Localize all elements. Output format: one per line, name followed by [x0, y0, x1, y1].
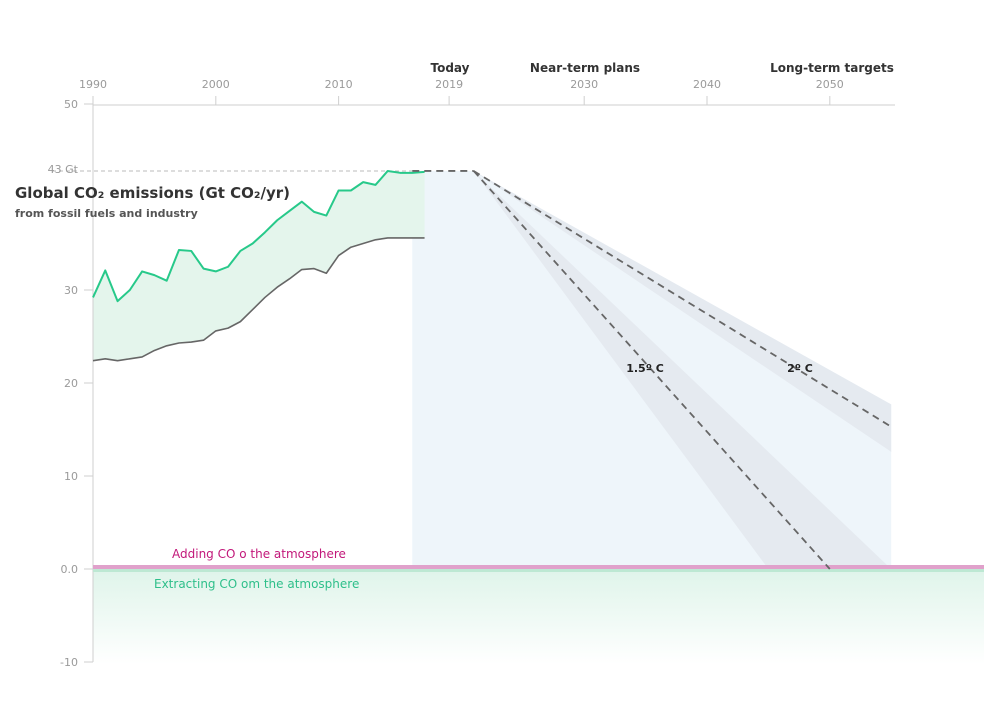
y-tick-label: 43 Gt	[48, 163, 79, 176]
era-label-long-term: Long-term targets	[770, 61, 894, 75]
y-tick-label: 10	[64, 470, 78, 483]
x-tick-label: 1990	[79, 78, 107, 91]
y-tick-label: 20	[64, 377, 78, 390]
chart-title: Global CO₂ emissions (Gt CO₂/yr)	[15, 184, 290, 202]
x-tick-label: 2019	[435, 78, 463, 91]
emissions-chart: Global CO₂ emissions (Gt CO₂/yr) from fo…	[15, 61, 984, 669]
y-tick-label: 50	[64, 98, 78, 111]
annotation-1-5c: 1.5º C	[626, 362, 664, 375]
y-tick-label: 0.0	[61, 563, 79, 576]
era-label-near-term: Near-term plans	[530, 61, 640, 75]
annotation-2c: 2º C	[787, 362, 813, 375]
era-label-today: Today	[431, 61, 470, 75]
x-tick-label: 2000	[202, 78, 230, 91]
x-tick-label: 2040	[693, 78, 721, 91]
chart-subtitle: from fossil fuels and industry	[15, 207, 198, 220]
x-tick-label: 2050	[816, 78, 844, 91]
y-tick-label: 30	[64, 284, 78, 297]
x-tick-label: 2030	[570, 78, 598, 91]
extracting-band	[93, 569, 984, 572]
zone-label-extracting: Extracting CO om the atmosphere	[154, 577, 359, 591]
x-tick-label: 2010	[325, 78, 353, 91]
adding-band	[93, 565, 984, 569]
zone-label-adding: Adding CO o the atmosphere	[172, 547, 346, 561]
y-tick-label: -10	[60, 656, 78, 669]
